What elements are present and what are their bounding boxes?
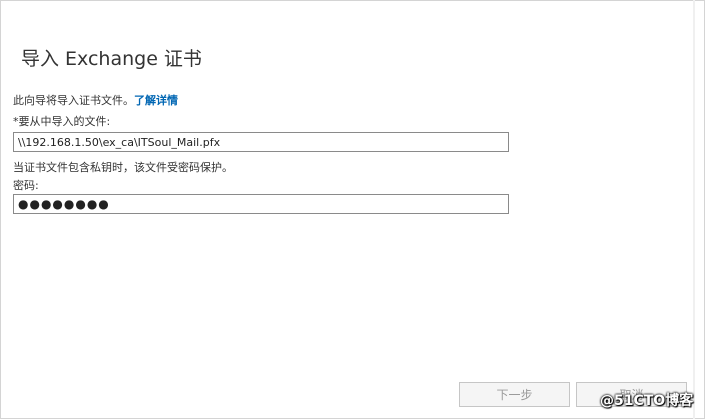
- file-path-label: *要从中导入的文件:: [13, 115, 111, 128]
- password-input[interactable]: [13, 194, 509, 214]
- file-path-input[interactable]: [13, 132, 509, 152]
- intro-text-row: 此向导将导入证书文件。了解详情: [13, 92, 178, 108]
- learn-more-link[interactable]: 了解详情: [134, 94, 178, 107]
- next-button[interactable]: 下一步: [459, 382, 570, 407]
- window-edge: [693, 0, 695, 419]
- intro-text: 此向导将导入证书文件。: [13, 94, 134, 107]
- password-label: 密码:: [13, 179, 39, 192]
- dialog-title: 导入 Exchange 证书: [21, 47, 202, 70]
- password-hint-text: 当证书文件包含私钥时，该文件受密码保护。: [13, 161, 233, 174]
- watermark: @51CTO博客: [600, 393, 694, 409]
